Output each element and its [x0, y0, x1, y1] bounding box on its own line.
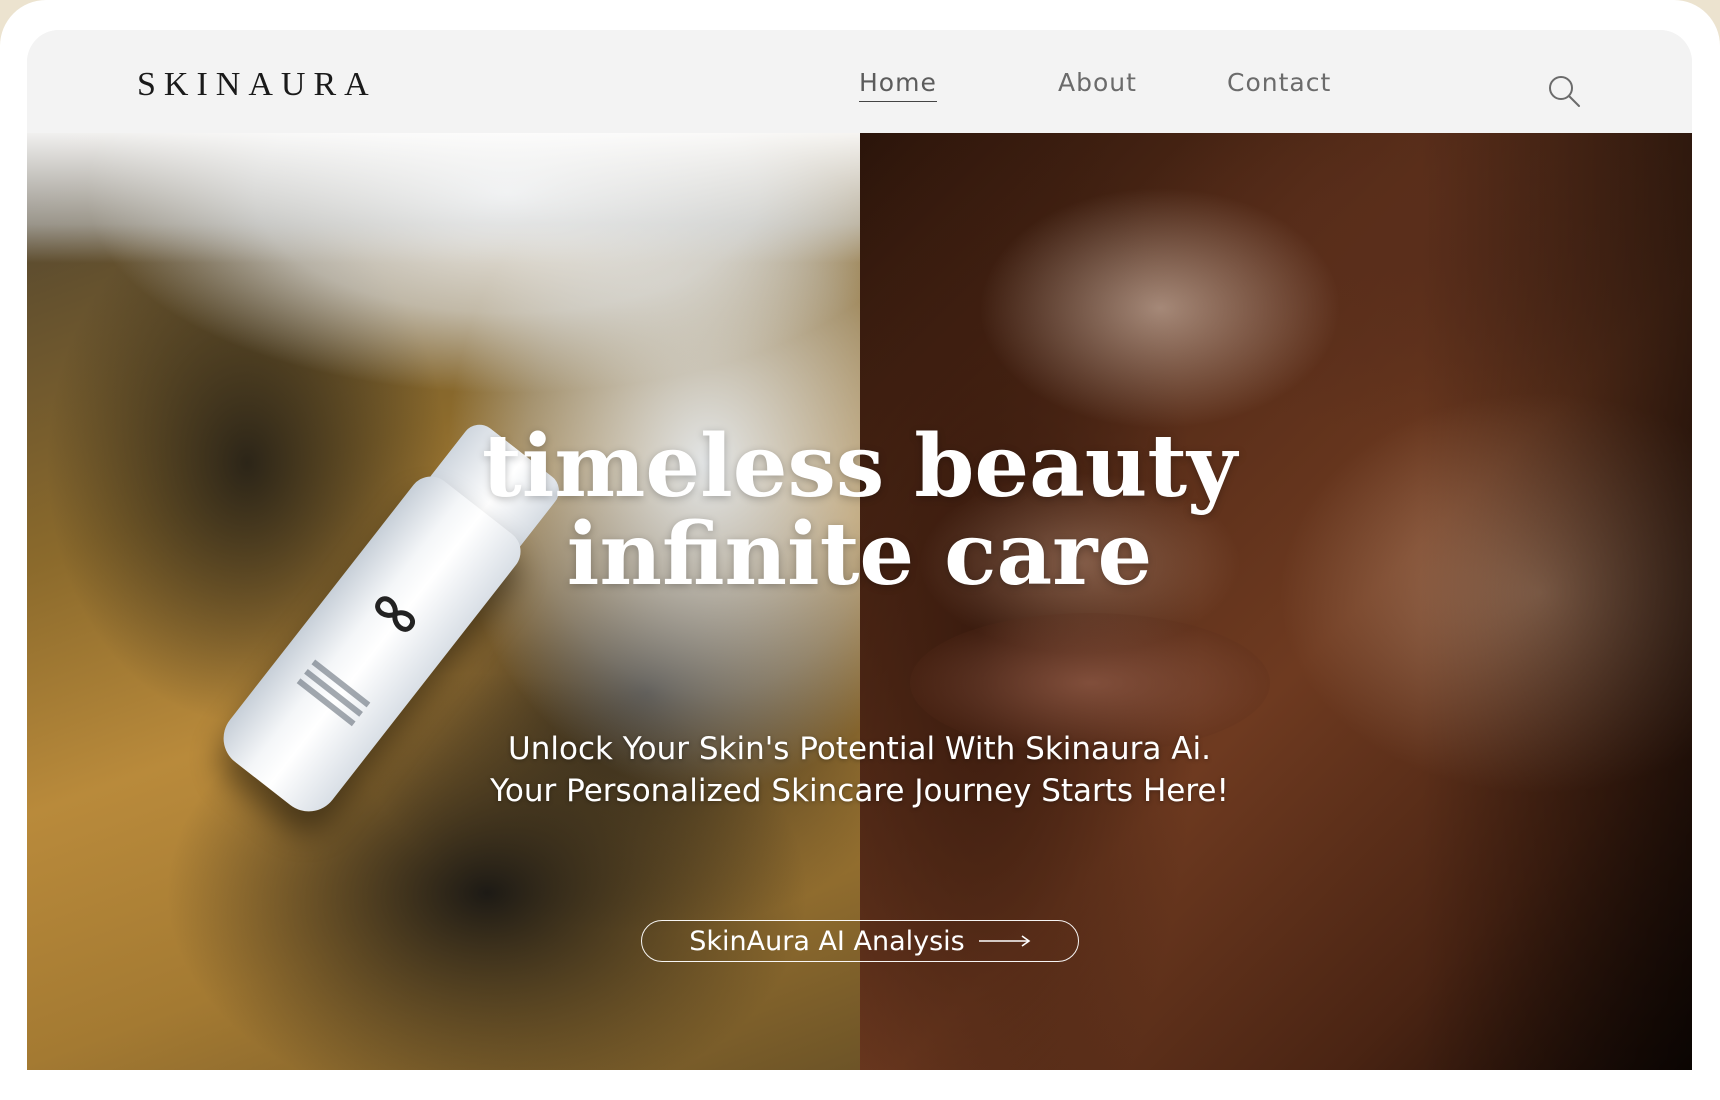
search-icon [1549, 76, 1580, 107]
skincare-bottle [211, 412, 572, 824]
infinity-logo-icon [375, 596, 415, 632]
face-lips [910, 613, 1270, 753]
navbar: SKINAURA Home About Contact [27, 30, 1692, 133]
bottle-body [211, 467, 530, 824]
face-shadow [1420, 133, 1692, 1070]
ai-analysis-button-label: SkinAura AI Analysis [689, 925, 965, 957]
sea-foam [27, 133, 860, 263]
hero-section: timeless beauty infinite care Unlock You… [27, 133, 1692, 1070]
nav-link-home[interactable]: Home [859, 68, 937, 102]
bottle-label-lines [311, 659, 371, 708]
browser-frame: SKINAURA Home About Contact timeless bea… [0, 0, 1720, 1100]
nav-link-about[interactable]: About [1058, 68, 1137, 97]
ai-analysis-button[interactable]: SkinAura AI Analysis [641, 920, 1079, 962]
nav-link-contact[interactable]: Contact [1227, 68, 1331, 97]
website: SKINAURA Home About Contact timeless bea… [27, 30, 1692, 1070]
arrow-right-icon [978, 935, 1031, 947]
search-button[interactable] [1545, 72, 1585, 112]
brand-logo[interactable]: SKINAURA [137, 66, 377, 104]
